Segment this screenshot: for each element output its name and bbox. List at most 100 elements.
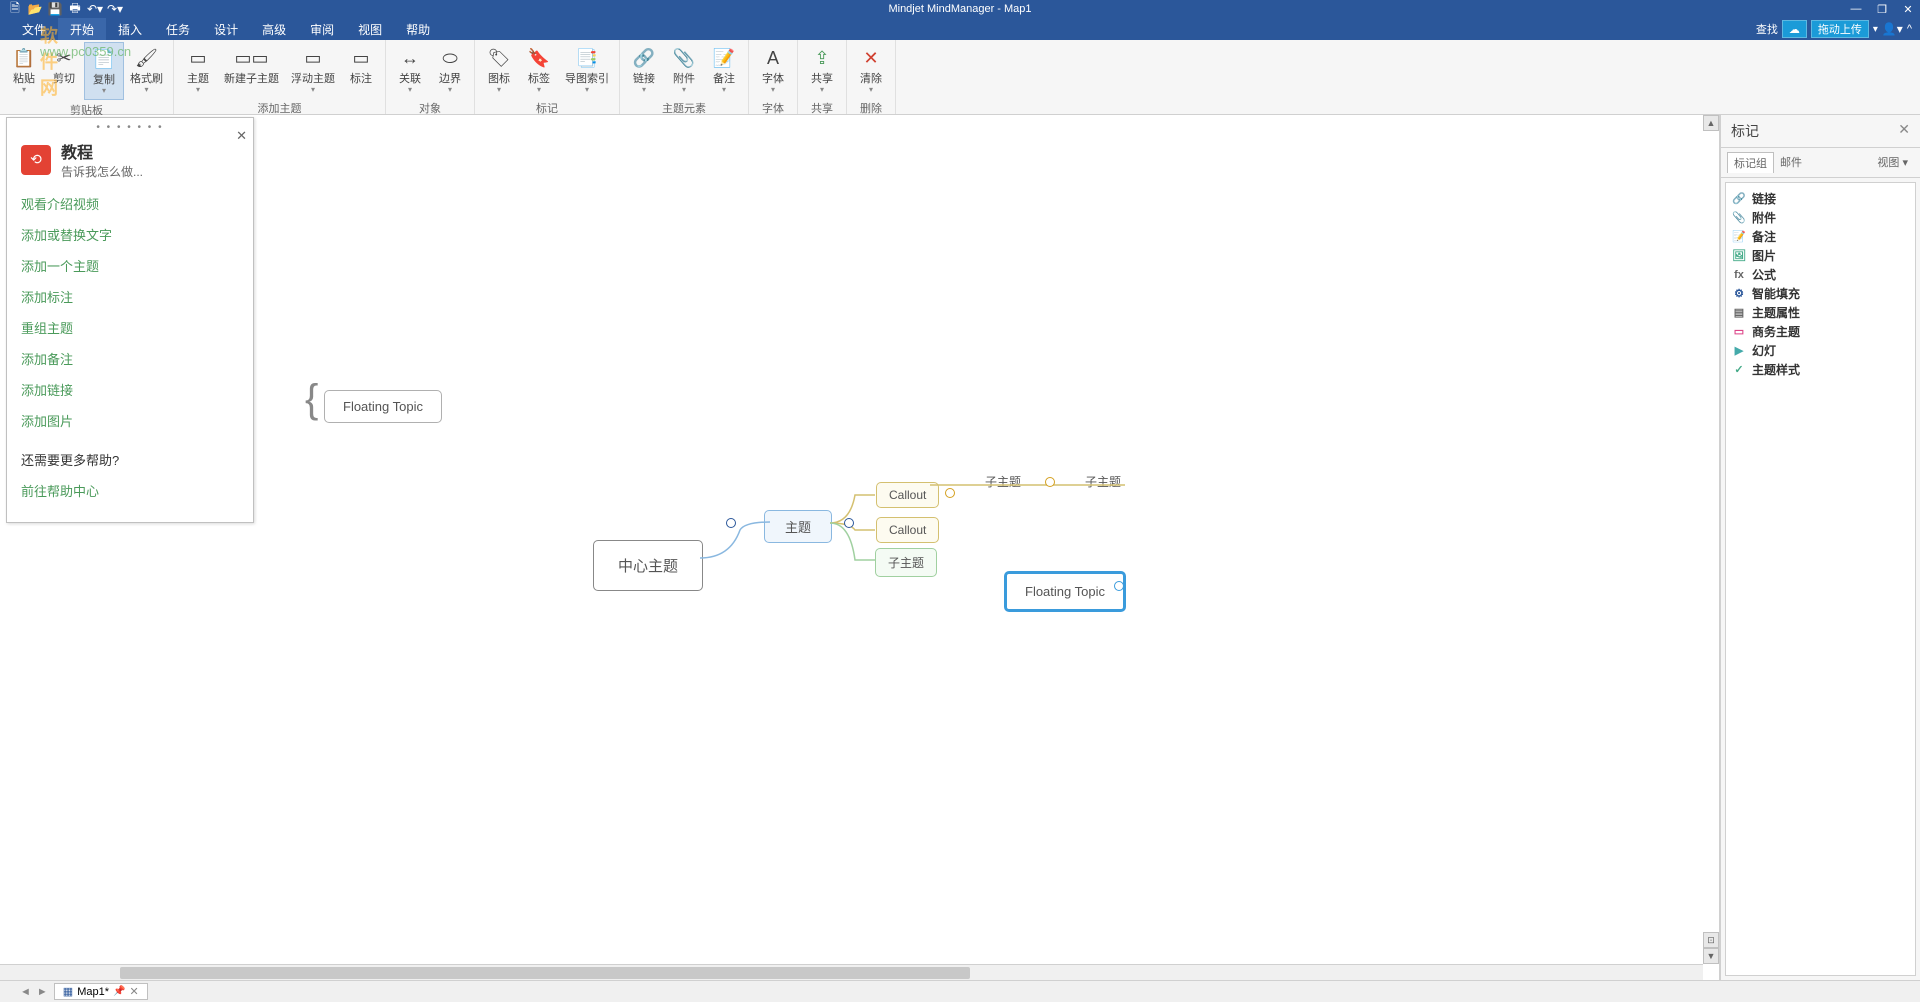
document-tab-map1[interactable]: ▦ Map1* 📌 ✕ bbox=[54, 983, 148, 1000]
ribbon: 📋粘贴▾✂剪切📄复制▾🖌格式刷▾剪贴板▭主题▾▭▭新建子主题▭浮动主题▾▭标注添… bbox=[0, 40, 1920, 115]
callout-button[interactable]: ▭标注 bbox=[341, 42, 381, 98]
tab-nav-left[interactable]: ◄ bbox=[20, 986, 31, 998]
upload-button[interactable]: 拖动上传 bbox=[1811, 20, 1869, 38]
marker-item-3[interactable]: 🖼图片 bbox=[1732, 246, 1909, 265]
panel-close-icon[interactable]: ✕ bbox=[1898, 121, 1910, 141]
menu-home[interactable]: 开始 bbox=[58, 18, 106, 40]
central-topic[interactable]: 中心主题 bbox=[593, 540, 703, 591]
tab-close-icon[interactable]: ✕ bbox=[129, 985, 138, 998]
qat-open[interactable]: 📂 bbox=[26, 1, 44, 17]
icon-marker-button[interactable]: 🏷图标▾ bbox=[479, 42, 519, 98]
qat-save[interactable]: 💾 bbox=[46, 1, 64, 17]
share-button[interactable]: ⇪共享▾ bbox=[802, 42, 842, 98]
tutorial-link-2[interactable]: 添加一个主题 bbox=[21, 256, 239, 275]
node-handle[interactable] bbox=[1114, 581, 1124, 591]
tab-view[interactable]: 视图 ▾ bbox=[1871, 152, 1914, 173]
new-subtopic-label: 新建子主题 bbox=[224, 73, 279, 85]
tutorial-link-5[interactable]: 添加备注 bbox=[21, 349, 239, 368]
marker-item-6[interactable]: ▤主题属性 bbox=[1732, 303, 1909, 322]
floating-topic-1[interactable]: Floating Topic bbox=[324, 390, 442, 423]
marker-item-1[interactable]: 📎附件 bbox=[1732, 208, 1909, 227]
floating-topic-2-selected[interactable]: Floating Topic bbox=[1004, 571, 1126, 612]
tab-mail[interactable]: 邮件 bbox=[1774, 152, 1808, 173]
qat-undo[interactable]: ↶▾ bbox=[86, 1, 104, 17]
tutorial-help-link[interactable]: 前往帮助中心 bbox=[21, 481, 239, 500]
node-handle[interactable] bbox=[844, 518, 854, 528]
menu-insert[interactable]: 插入 bbox=[106, 18, 154, 40]
marker-item-5[interactable]: ⚙智能填充 bbox=[1732, 284, 1909, 303]
callout-1[interactable]: Callout bbox=[876, 482, 939, 508]
callout-2[interactable]: Callout bbox=[876, 517, 939, 543]
marker-item-7[interactable]: ▭商务主题 bbox=[1732, 322, 1909, 341]
cut-button[interactable]: ✂剪切 bbox=[44, 42, 84, 100]
maximize-button[interactable]: ❐ bbox=[1874, 2, 1890, 16]
format-painter-button[interactable]: 🖌格式刷▾ bbox=[124, 42, 169, 100]
scroll-down-button[interactable]: ▼ bbox=[1703, 948, 1719, 964]
node-handle[interactable] bbox=[1045, 477, 1055, 487]
node-handle[interactable] bbox=[945, 488, 955, 498]
subtopic-text-1[interactable]: 子主题 bbox=[985, 473, 1021, 490]
link-button[interactable]: 🔗链接▾ bbox=[624, 42, 664, 98]
tab-nav-right[interactable]: ► bbox=[37, 986, 48, 998]
user-icon[interactable]: 👤▾ bbox=[1882, 22, 1903, 36]
marker-label: 幻灯 bbox=[1752, 342, 1776, 359]
qat-redo[interactable]: ↷▾ bbox=[106, 1, 124, 17]
node-handle[interactable] bbox=[726, 518, 736, 528]
horizontal-scrollbar[interactable] bbox=[0, 964, 1703, 980]
dropdown-arrow-icon: ▾ bbox=[448, 85, 452, 94]
menu-design[interactable]: 设计 bbox=[202, 18, 250, 40]
menu-review[interactable]: 审阅 bbox=[298, 18, 346, 40]
tab-marker-group[interactable]: 标记组 bbox=[1727, 152, 1774, 173]
scrollbar-thumb[interactable] bbox=[120, 967, 970, 979]
canvas-area[interactable]: • • • • • • • ✕ ⟲ 教程 告诉我怎么做... 观看介绍视频添加或… bbox=[0, 115, 1720, 980]
tutorial-link-1[interactable]: 添加或替换文字 bbox=[21, 225, 239, 244]
tab-pin-icon[interactable]: 📌 bbox=[113, 986, 125, 997]
map-index-button[interactable]: 📑导图索引▾ bbox=[559, 42, 615, 98]
tag-button[interactable]: 🔖标签▾ bbox=[519, 42, 559, 98]
marker-item-8[interactable]: ▶幻灯 bbox=[1732, 341, 1909, 360]
tutorial-link-4[interactable]: 重组主题 bbox=[21, 318, 239, 337]
dropdown-arrow-icon: ▾ bbox=[144, 85, 148, 94]
marker-item-0[interactable]: 🔗链接 bbox=[1732, 189, 1909, 208]
tutorial-link-7[interactable]: 添加图片 bbox=[21, 411, 239, 430]
boundary-button[interactable]: ⬭边界▾ bbox=[430, 42, 470, 98]
subtopic-text-2[interactable]: 子主题 bbox=[1085, 473, 1121, 490]
scroll-up-button[interactable]: ▲ bbox=[1703, 115, 1719, 131]
qat-print[interactable]: 🖶 bbox=[66, 1, 84, 17]
attachment-button[interactable]: 📎附件▾ bbox=[664, 42, 704, 98]
notes-button[interactable]: 📝备注▾ bbox=[704, 42, 744, 98]
topic-button[interactable]: ▭主题▾ bbox=[178, 42, 218, 98]
tutorial-link-3[interactable]: 添加标注 bbox=[21, 287, 239, 306]
dropdown-arrow-icon: ▾ bbox=[311, 85, 315, 94]
tutorial-link-6[interactable]: 添加链接 bbox=[21, 380, 239, 399]
menu-file[interactable]: 文件 bbox=[10, 18, 58, 40]
qat-new[interactable]: 🗎 bbox=[6, 1, 24, 17]
copy-button[interactable]: 📄复制▾ bbox=[84, 42, 124, 100]
tutorial-link-0[interactable]: 观看介绍视频 bbox=[21, 194, 239, 213]
font-button[interactable]: A字体▾ bbox=[753, 42, 793, 98]
marker-item-9[interactable]: ✓主题样式 bbox=[1732, 360, 1909, 379]
callout-label: 标注 bbox=[350, 73, 372, 85]
minimize-button[interactable]: — bbox=[1848, 2, 1864, 16]
collapse-ribbon-icon[interactable]: ^ bbox=[1907, 23, 1912, 35]
marker-item-4[interactable]: fx公式 bbox=[1732, 265, 1909, 284]
panel-close-icon[interactable]: ✕ bbox=[236, 128, 247, 144]
menu-task[interactable]: 任务 bbox=[154, 18, 202, 40]
menu-advanced[interactable]: 高级 bbox=[250, 18, 298, 40]
menu-view[interactable]: 视图 bbox=[346, 18, 394, 40]
paste-icon: 📋 bbox=[12, 46, 36, 70]
marker-item-2[interactable]: 📝备注 bbox=[1732, 227, 1909, 246]
dropdown-icon[interactable]: ▾ bbox=[1873, 24, 1878, 35]
paste-button[interactable]: 📋粘贴▾ bbox=[4, 42, 44, 100]
main-topic[interactable]: 主题 bbox=[764, 510, 832, 543]
floating-topic-button[interactable]: ▭浮动主题▾ bbox=[285, 42, 341, 98]
cloud-button[interactable]: ☁ bbox=[1782, 20, 1807, 38]
menu-help[interactable]: 帮助 bbox=[394, 18, 442, 40]
close-button[interactable]: ✕ bbox=[1900, 2, 1916, 16]
panel-grip[interactable]: • • • • • • • bbox=[21, 122, 239, 133]
relationship-button[interactable]: ↔关联▾ bbox=[390, 42, 430, 98]
subtopic-1[interactable]: 子主题 bbox=[875, 548, 937, 577]
scroll-option-button[interactable]: ⊡ bbox=[1703, 932, 1719, 948]
new-subtopic-button[interactable]: ▭▭新建子主题 bbox=[218, 42, 285, 98]
clear-button[interactable]: ✕清除▾ bbox=[851, 42, 891, 98]
